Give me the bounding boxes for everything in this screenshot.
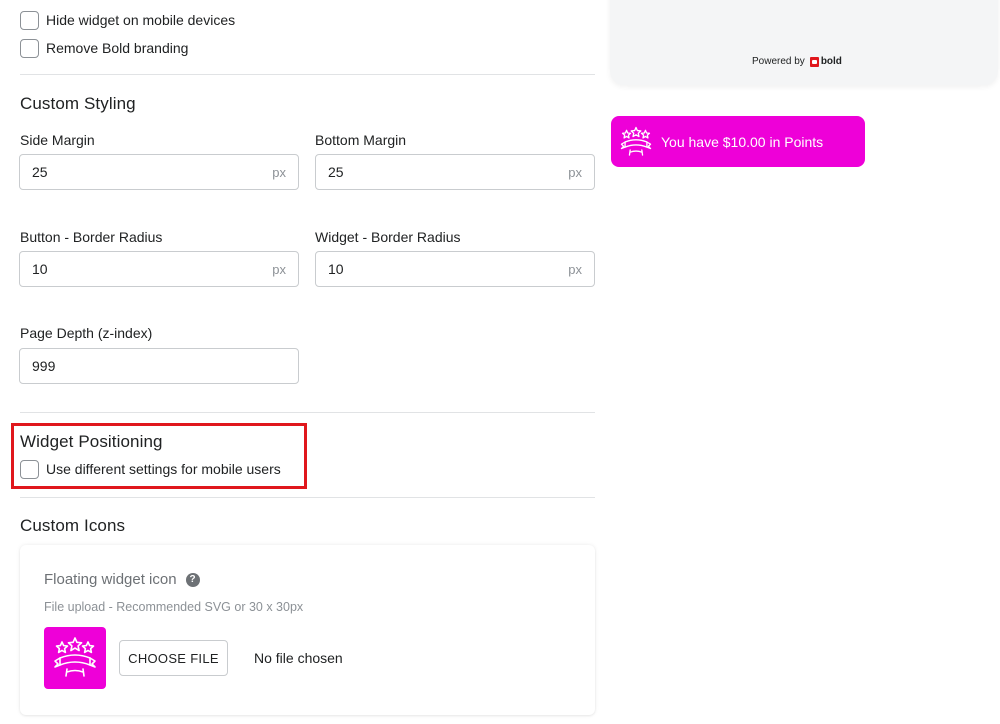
icon-preview [44, 627, 106, 689]
file-status-text: No file chosen [254, 650, 343, 666]
help-icon[interactable]: ? [185, 572, 200, 587]
stars-banner-icon [54, 637, 96, 677]
points-text: You have $10.00 in Points [661, 133, 824, 150]
floating-icon-card: Floating widget icon ? File upload - Rec… [20, 545, 595, 715]
hide-mobile-label: Hide widget on mobile devices [46, 12, 236, 28]
side-margin-suffix: px [272, 164, 286, 180]
divider [20, 497, 595, 498]
bottom-margin-input[interactable]: 25 px [315, 154, 595, 190]
hide-mobile-option[interactable]: Hide widget on mobile devices [20, 10, 235, 30]
custom-styling-title: Custom Styling [20, 94, 136, 113]
bold-logo: bold [809, 56, 842, 67]
floating-icon-title: Floating widget icon [44, 571, 177, 588]
side-margin-label: Side Margin [20, 132, 95, 148]
points-launcher[interactable]: You have $10.00 in Points [611, 116, 865, 167]
page-depth-value: 999 [32, 358, 56, 374]
bold-logo-icon [809, 56, 819, 67]
side-margin-input[interactable]: 25 px [19, 154, 299, 190]
bold-logo-text: bold [820, 56, 842, 67]
button-radius-value: 10 [32, 261, 48, 277]
side-margin-value: 25 [32, 164, 48, 180]
remove-branding-checkbox[interactable] [20, 38, 39, 58]
widget-radius-suffix: px [568, 261, 582, 277]
bottom-margin-label: Bottom Margin [315, 132, 407, 148]
widget-radius-input[interactable]: 10 px [315, 251, 595, 287]
remove-branding-option[interactable]: Remove Bold branding [20, 38, 188, 58]
button-radius-input[interactable]: 10 px [19, 251, 299, 287]
powered-by-text: Powered by [752, 56, 805, 67]
mobile-settings-label: Use different settings for mobile users [46, 461, 281, 477]
widget-positioning-title: Widget Positioning [20, 432, 163, 451]
remove-branding-label: Remove Bold branding [46, 40, 189, 56]
page-depth-label: Page Depth (z-index) [20, 325, 153, 341]
bottom-margin-value: 25 [328, 164, 344, 180]
mobile-settings-option[interactable]: Use different settings for mobile users [20, 459, 281, 479]
widget-radius-value: 10 [328, 261, 344, 277]
divider [20, 74, 595, 75]
widget-radius-label: Widget - Border Radius [315, 229, 461, 245]
button-radius-label: Button - Border Radius [20, 229, 163, 245]
powered-by: Powered by bold [752, 56, 842, 67]
stars-banner-icon [620, 126, 652, 156]
upload-help-text: File upload - Recommended SVG or 30 x 30… [44, 600, 304, 614]
divider [20, 412, 595, 413]
custom-icons-title: Custom Icons [20, 516, 126, 535]
button-radius-suffix: px [272, 261, 286, 277]
choose-file-button[interactable]: CHOOSE FILE [119, 640, 228, 676]
bottom-margin-suffix: px [568, 164, 582, 180]
mobile-settings-checkbox[interactable] [20, 459, 39, 479]
hide-mobile-checkbox[interactable] [20, 10, 39, 30]
widget-preview-panel [610, 0, 998, 85]
page-depth-input[interactable]: 999 [19, 348, 299, 384]
floating-icon-heading: Floating widget icon ? [44, 571, 200, 588]
